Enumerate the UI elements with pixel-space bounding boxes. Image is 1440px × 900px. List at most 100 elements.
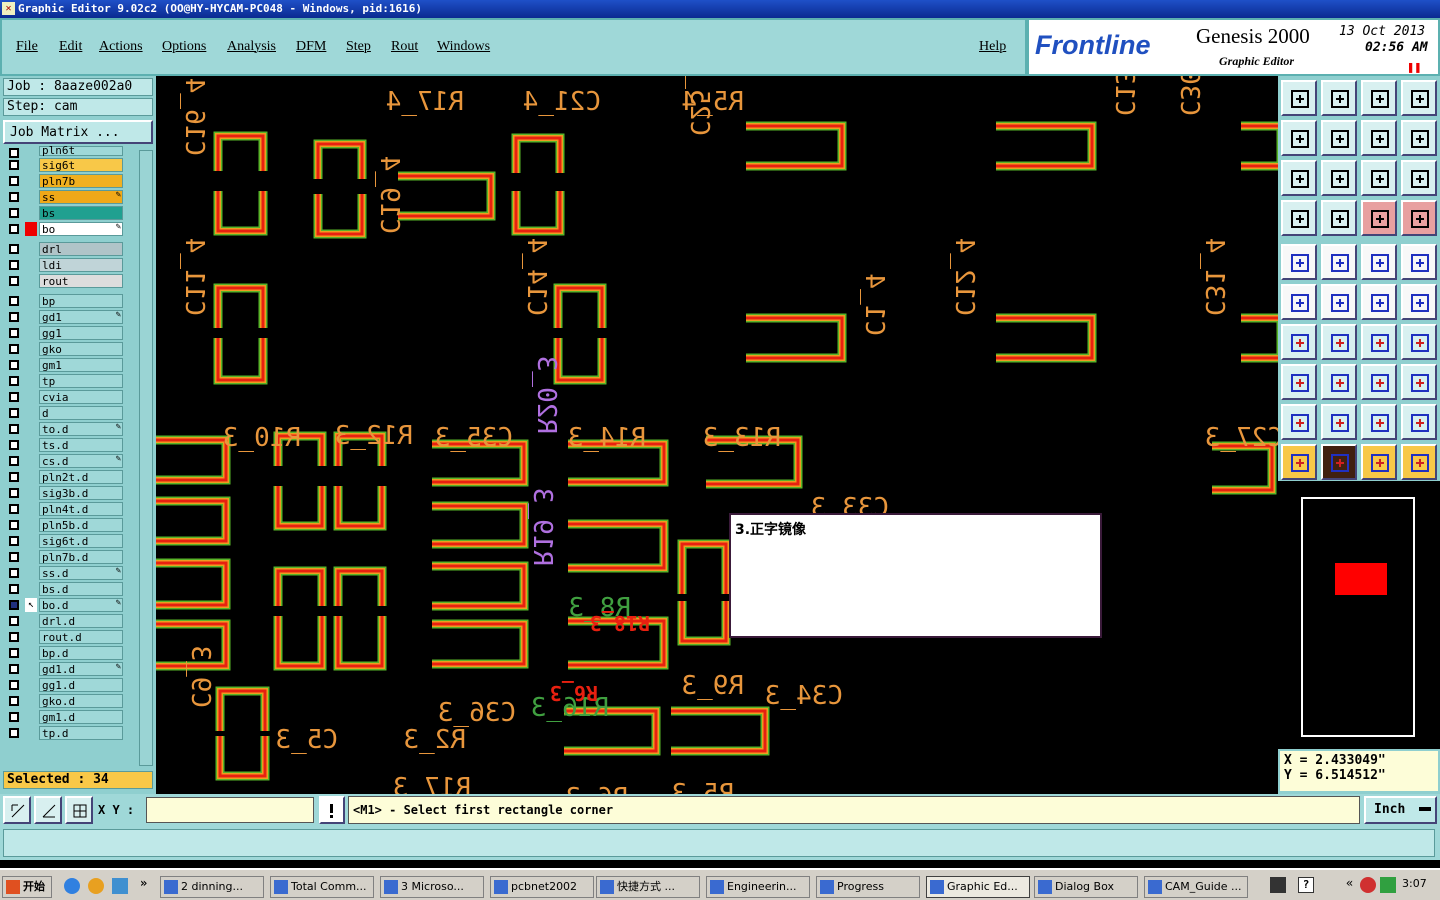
layer-row-tp-d[interactable]: tp.d xyxy=(7,726,123,740)
layer-checkbox[interactable] xyxy=(9,520,19,530)
pointer-select-button[interactable] xyxy=(1321,444,1357,480)
alert-button[interactable] xyxy=(319,796,345,824)
layer-row-sig6t[interactable]: sig6t xyxy=(7,158,123,172)
break-pads-button[interactable] xyxy=(1401,364,1437,400)
menu-analysis[interactable]: Analysis xyxy=(227,39,276,55)
layer-row-cvia[interactable]: cvia xyxy=(7,390,123,404)
layer-row-d[interactable]: d xyxy=(7,406,123,420)
arc-up-button[interactable] xyxy=(1281,404,1317,440)
slope-button[interactable] xyxy=(1281,324,1317,360)
layer-checkbox[interactable] xyxy=(9,600,19,610)
edit-shape-button[interactable] xyxy=(1321,244,1357,280)
resize-button[interactable] xyxy=(1361,364,1397,400)
dialog-box[interactable]: 3.正字镜像 xyxy=(729,513,1102,638)
layer-checkbox[interactable] xyxy=(9,648,19,658)
layer-checkbox[interactable] xyxy=(9,664,19,674)
start-button[interactable]: 开始 xyxy=(2,876,52,898)
taskbar-item[interactable]: 3 Microso... xyxy=(380,876,484,898)
ie-icon[interactable] xyxy=(64,878,80,894)
help-icon[interactable]: ? xyxy=(1298,877,1314,893)
move-feature-button[interactable] xyxy=(1361,284,1397,320)
taskbar-item[interactable]: Progress xyxy=(816,876,920,898)
layer-checkbox[interactable] xyxy=(9,488,19,498)
layer-checkbox[interactable] xyxy=(9,376,19,386)
overview-viewport[interactable] xyxy=(1335,563,1387,595)
zoom-reset-button[interactable] xyxy=(1361,120,1397,156)
menu-dfm[interactable]: DFM xyxy=(296,39,326,55)
pointer-button[interactable] xyxy=(1281,444,1317,480)
redraw-button[interactable] xyxy=(1401,120,1437,156)
layer-row-gko-d[interactable]: gko.d xyxy=(7,694,123,708)
layer-row-bp[interactable]: bp xyxy=(7,294,123,308)
layer-checkbox[interactable] xyxy=(9,148,19,158)
layer-row-bo[interactable]: bo ✎ xyxy=(7,222,123,236)
taskbar-item[interactable]: CAM_Guide ... xyxy=(1144,876,1248,898)
layer-row-bp-d[interactable]: bp.d xyxy=(7,646,123,660)
taskbar-item[interactable]: Engineerin... xyxy=(706,876,810,898)
layer-row-sig3b-d[interactable]: sig3b.d xyxy=(7,486,123,500)
layer-row-to-d[interactable]: to.d ✎ xyxy=(7,422,123,436)
layer-row-gm1-d[interactable]: gm1.d xyxy=(7,710,123,724)
layer-checkbox[interactable] xyxy=(9,192,19,202)
job-matrix-button[interactable]: Job Matrix ... xyxy=(3,120,153,144)
overview-panel[interactable] xyxy=(1278,481,1440,749)
layer-row-gg1[interactable]: gg1 xyxy=(7,326,123,340)
layer-row-cs-d[interactable]: cs.d ✎ xyxy=(7,454,123,468)
keyboard-icon[interactable] xyxy=(1270,877,1286,893)
layer-row-ss[interactable]: ss ✎ xyxy=(7,190,123,204)
round-pad-button[interactable] xyxy=(1401,244,1437,280)
layer-row-ts-d[interactable]: ts.d xyxy=(7,438,123,452)
layer-checkbox[interactable] xyxy=(9,696,19,706)
layer-checkbox[interactable] xyxy=(9,552,19,562)
center-button[interactable] xyxy=(1321,160,1357,196)
connect-button[interactable] xyxy=(1281,284,1317,320)
layer-checkbox[interactable] xyxy=(9,456,19,466)
cut-line-button[interactable] xyxy=(1321,364,1357,400)
layer-checkbox[interactable] xyxy=(9,408,19,418)
arc-up3-button[interactable] xyxy=(1361,404,1397,440)
layer-row-pln5b-d[interactable]: pln5b.d xyxy=(7,518,123,532)
layer-row-pln7b[interactable]: pln7b xyxy=(7,174,123,188)
xy-input[interactable] xyxy=(146,797,314,823)
taskbar-item[interactable]: 2 dinning... xyxy=(160,876,264,898)
layer-checkbox[interactable] xyxy=(9,728,19,738)
layer-checkbox[interactable] xyxy=(9,244,19,254)
layer-checkbox[interactable] xyxy=(9,160,19,170)
text-flip-button[interactable] xyxy=(1401,324,1437,360)
layer-features-button[interactable] xyxy=(1361,200,1397,236)
layer-row-tp[interactable]: tp xyxy=(7,374,123,388)
transform-button[interactable] xyxy=(1281,364,1317,400)
layer-checkbox[interactable] xyxy=(9,616,19,626)
snap-button[interactable] xyxy=(1281,200,1317,236)
layer-row-rout-d[interactable]: rout.d xyxy=(7,630,123,644)
units-select[interactable]: Inch xyxy=(1364,796,1437,824)
route-path-button[interactable] xyxy=(1401,444,1437,480)
taskbar-item[interactable]: pcbnet2002 xyxy=(490,876,594,898)
layer-row-sig6t-d[interactable]: sig6t.d xyxy=(7,534,123,548)
layer-row-pln6t[interactable]: pln6t xyxy=(7,145,123,158)
layer-checkbox[interactable] xyxy=(9,440,19,450)
layer-checkbox[interactable] xyxy=(9,344,19,354)
taskbar-item[interactable]: 快捷方式 ... xyxy=(596,876,700,898)
zoom-fit-button[interactable] xyxy=(1321,80,1357,116)
layer-checkbox[interactable] xyxy=(9,536,19,546)
menu-file[interactable]: File xyxy=(16,39,38,55)
layer-row-bs[interactable]: bs xyxy=(7,206,123,220)
layer-scrollbar[interactable] xyxy=(139,150,153,766)
feature-select-button[interactable] xyxy=(1401,200,1437,236)
menu-step[interactable]: Step xyxy=(346,39,371,55)
tray-app-icon[interactable] xyxy=(1360,877,1376,893)
layer-checkbox[interactable] xyxy=(9,680,19,690)
zoom-in-button[interactable] xyxy=(1281,160,1317,196)
scale-1-2-button[interactable] xyxy=(1361,160,1397,196)
layer-checkbox[interactable] xyxy=(9,424,19,434)
layer-checkbox[interactable] xyxy=(9,392,19,402)
layer-checkbox[interactable] xyxy=(9,296,19,306)
query-button[interactable] xyxy=(1401,160,1437,196)
delete-feature-button[interactable] xyxy=(1321,284,1357,320)
layer-row-ldi[interactable]: ldi xyxy=(7,258,123,272)
more-icon[interactable]: » xyxy=(140,876,147,890)
measure-button[interactable] xyxy=(34,796,62,824)
layer-checkbox[interactable] xyxy=(9,260,19,270)
menu-options[interactable]: Options xyxy=(162,39,206,55)
